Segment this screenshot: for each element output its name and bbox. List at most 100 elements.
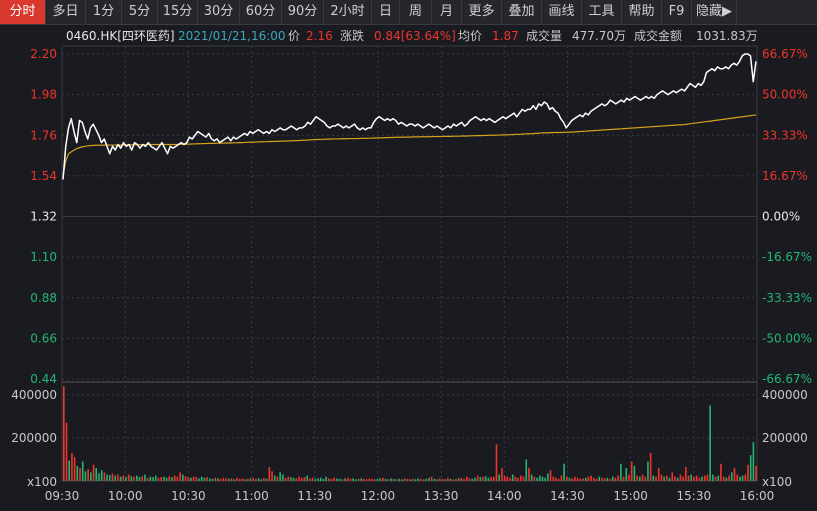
volume-bar (241, 478, 244, 481)
volume-bar (303, 477, 306, 481)
volume-bar (636, 475, 638, 481)
x-tick-label: 12:00 (361, 489, 396, 503)
volume-bar (449, 478, 452, 481)
volume-bar (263, 477, 265, 481)
volume-bar (206, 477, 208, 481)
volume-bar (392, 478, 395, 481)
volume-bar (587, 476, 590, 481)
volume-bar (273, 475, 276, 481)
volume-bar (620, 463, 622, 481)
volume-bar (292, 477, 295, 481)
volume-bar (495, 444, 498, 481)
volume-bar (184, 476, 187, 481)
volume-bar (676, 477, 679, 481)
volume-bar (414, 479, 417, 481)
volume-bar (560, 475, 563, 481)
intraday-chart[interactable]: 2.20 66.67% 1.98 50.00% 1.76 33.33% 1.54 16.67%… (0, 0, 817, 511)
volume-bar (639, 476, 641, 481)
volume-bar (108, 474, 111, 481)
volume-bar (282, 474, 284, 481)
volume-bar (525, 459, 528, 481)
price-line (62, 53, 757, 180)
x-tick-label: 09:30 (45, 489, 80, 503)
volume-bar (325, 476, 327, 481)
volume-bar (520, 475, 522, 481)
volume-bar (452, 479, 455, 481)
volume-bar (71, 452, 73, 481)
volume-bar (671, 472, 674, 481)
volume-bar (309, 478, 311, 481)
volume-bar (698, 477, 701, 481)
volume-bar (555, 477, 557, 481)
volume-bar (552, 476, 555, 481)
y-tick-label: 1.76 (30, 128, 57, 142)
volume-bar (133, 476, 135, 481)
volume-bar (306, 475, 309, 481)
volume-bar (246, 478, 249, 481)
volume-unit-label: x100 (27, 475, 57, 489)
volume-bar (373, 479, 376, 481)
volume-bar (379, 478, 382, 481)
volume-bar (81, 461, 84, 481)
volume-bar (106, 474, 108, 481)
volume-bar (260, 479, 263, 481)
volume-bar (398, 478, 400, 481)
volume-bar (181, 474, 184, 481)
volume-bar (209, 478, 211, 481)
volume-bar (739, 476, 741, 481)
y-tick-label: 0.44 (30, 372, 57, 386)
volume-bar (547, 473, 549, 481)
x-tick-label: 14:30 (550, 489, 585, 503)
volume-bar (528, 468, 530, 481)
volume-bar (663, 476, 665, 481)
volume-bar (479, 477, 482, 481)
x-tick-label: 16:00 (740, 489, 775, 503)
volume-bar (95, 468, 98, 481)
volume-bar (563, 463, 565, 481)
volume-bar (92, 464, 95, 481)
volume-bar (693, 476, 695, 481)
volume-bar (633, 465, 636, 481)
volume-bar (409, 479, 411, 481)
volume-bar (230, 478, 233, 481)
volume-bar (736, 474, 738, 481)
volume-bar (125, 477, 127, 481)
volume-bar (341, 479, 344, 481)
volume-bar (160, 477, 162, 481)
volume-bar (276, 476, 279, 481)
volume-bar (138, 477, 141, 481)
volume-bar (200, 476, 203, 481)
x-tick-label: 15:30 (677, 489, 712, 503)
axis-labels: 2.20 66.67% 1.98 50.00% 1.76 33.33% 1.54 16.67%… (11, 47, 812, 503)
x-tick-label: 11:00 (234, 489, 269, 503)
volume-bar (498, 474, 501, 481)
volume-bar (644, 476, 647, 481)
volume-bar (271, 471, 273, 481)
volume-bar (584, 477, 587, 481)
volume-bar (655, 476, 657, 481)
volume-bar (730, 472, 733, 481)
volume-bar (168, 476, 171, 481)
pct-tick-label: 0.00% (762, 210, 800, 224)
x-tick-label: 11:30 (297, 489, 332, 503)
volume-bar (501, 468, 503, 481)
volume-bar (111, 473, 114, 481)
y-tick-label: 1.10 (30, 250, 57, 264)
volume-bar (668, 477, 671, 481)
volume-bar (314, 478, 317, 481)
volume-bar (173, 475, 176, 481)
volume-bar (136, 475, 138, 481)
volume-bar (238, 478, 241, 481)
volume-bar (411, 478, 414, 481)
volume-bar (666, 475, 668, 481)
volume-bar (144, 474, 146, 481)
price-lines (62, 53, 757, 180)
volume-bar (73, 457, 76, 481)
volume-bar (295, 478, 298, 481)
volume-bar (268, 466, 271, 481)
pct-tick-label: 66.67% (762, 47, 808, 61)
pct-tick-label: -50.00% (762, 331, 812, 345)
volume-bar (349, 478, 352, 481)
volume-bar (690, 474, 693, 481)
volume-bar (465, 476, 468, 481)
